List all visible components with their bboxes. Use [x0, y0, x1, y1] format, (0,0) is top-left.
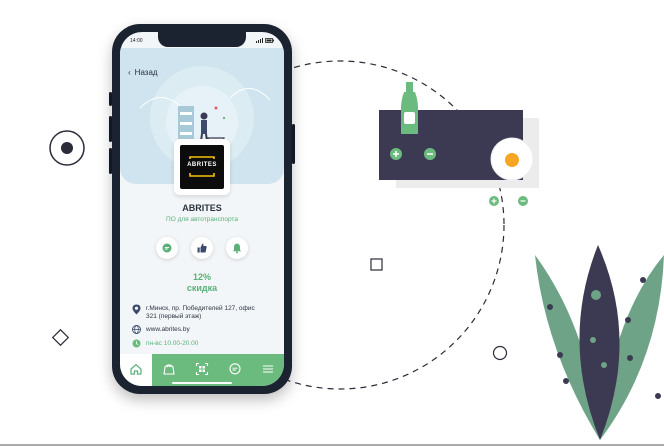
phone-notch	[158, 32, 246, 47]
address-text: г.Минск, пр. Победителей 127, офис 321 (…	[146, 305, 255, 321]
notify-button[interactable]	[226, 237, 248, 259]
leaves-illustration	[535, 245, 664, 440]
chat-icon	[229, 363, 241, 375]
website-link[interactable]: www.abrites.by	[146, 326, 190, 334]
company-logo-card: ABRITES	[174, 139, 230, 195]
phone-side-button	[109, 92, 112, 106]
home-icon	[130, 363, 142, 375]
menu-icon	[263, 365, 273, 373]
bell-icon	[232, 243, 242, 254]
company-name: ABRITES	[182, 203, 222, 213]
home-indicator	[172, 382, 232, 384]
bottle-icon	[401, 82, 418, 134]
address-line2: 321 (первый этаж)	[146, 313, 202, 320]
tab-home[interactable]	[120, 354, 152, 386]
phone-volume-up	[109, 116, 112, 142]
tab-menu[interactable]	[252, 354, 284, 386]
discount-label: скидка	[186, 283, 218, 293]
battery-icon	[265, 38, 274, 43]
chevron-left-icon: ‹	[128, 68, 131, 77]
status-time: 14:00	[130, 38, 143, 44]
small-circle-shape	[492, 345, 508, 361]
status-icons	[255, 38, 274, 45]
like-button[interactable]	[191, 237, 213, 259]
discount-percent: 12%	[192, 272, 211, 282]
back-button[interactable]: ‹ Назад	[128, 68, 158, 77]
qr-scan-icon	[195, 362, 209, 376]
location-pin-icon	[132, 304, 141, 315]
app-screen: 14:00 ‹ Назад ABRITES ABRITES ПО для авт…	[120, 32, 284, 386]
phone-mockup: 14:00 ‹ Назад ABRITES ABRITES ПО для авт…	[109, 24, 295, 394]
back-label: Назад	[134, 68, 158, 77]
address-line1: г.Минск, пр. Победителей 127, офис	[146, 305, 255, 312]
company-logo: ABRITES	[180, 145, 224, 189]
company-category: ПО для автотранспорта	[166, 216, 238, 223]
working-hours: пн-вс 10.00-20.00	[146, 340, 199, 347]
diamond-shape	[51, 328, 70, 347]
phone-power-button	[292, 124, 295, 164]
discount-bag-icon	[163, 364, 175, 375]
clock-icon	[132, 339, 141, 348]
background-illustration	[0, 60, 664, 446]
signal-icon	[255, 38, 263, 43]
chat-button[interactable]	[156, 237, 178, 259]
chat-icon	[162, 243, 172, 253]
phone-volume-down	[109, 148, 112, 174]
logo-text: ABRITES	[187, 162, 217, 168]
globe-icon	[132, 325, 141, 334]
thumbs-up-icon	[197, 243, 207, 253]
square-shape	[370, 258, 383, 271]
